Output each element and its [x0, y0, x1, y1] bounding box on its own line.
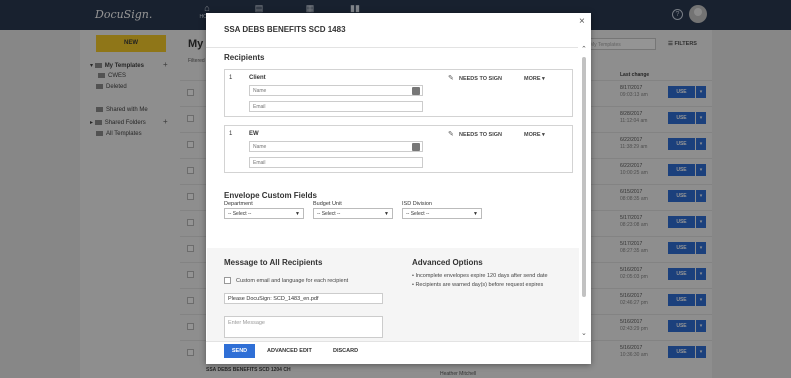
scroll-down-icon[interactable]: ⌄: [581, 329, 587, 337]
divider: [206, 341, 591, 342]
advanced-edit-button[interactable]: ADVANCED EDIT: [267, 348, 312, 354]
pen-icon: ✎: [448, 75, 454, 82]
recipient-email-field[interactable]: [249, 157, 423, 168]
routing-order[interactable]: 1: [229, 75, 232, 81]
discard-button[interactable]: DISCARD: [333, 348, 358, 354]
dialog-title: SSA DEBS BENEFITS SCD 1483: [224, 25, 346, 34]
email-message-field[interactable]: Enter Message: [224, 316, 383, 338]
caret-down-icon: ▼: [473, 211, 478, 217]
budget-unit-select[interactable]: -- Select -- ▼: [313, 208, 393, 219]
pen-icon: ✎: [448, 131, 454, 138]
department-value: -- Select --: [228, 211, 252, 217]
more-dropdown[interactable]: MORE ▾: [524, 132, 545, 138]
reminder-note: • Recipients are warned day(s) before re…: [412, 282, 544, 288]
custom-email-label: Custom email and language for each recip…: [236, 278, 349, 284]
department-select[interactable]: -- Select -- ▼: [224, 208, 304, 219]
department-label: Department: [224, 201, 253, 207]
budget-unit-label: Budget Unit: [313, 201, 342, 207]
message-heading: Message to All Recipients: [224, 258, 323, 267]
isd-division-label: ISD Division: [402, 201, 432, 207]
recipient-email-field[interactable]: [249, 101, 423, 112]
routing-order[interactable]: 1: [229, 131, 232, 137]
isd-division-select[interactable]: -- Select -- ▼: [402, 208, 482, 219]
send-button[interactable]: SEND: [224, 344, 255, 358]
action-dropdown[interactable]: NEEDS TO SIGN: [459, 132, 502, 138]
custom-fields-heading: Envelope Custom Fields: [224, 191, 317, 200]
recipient-role: Client: [249, 75, 266, 81]
recipient-card-ew: 1 EW ✎ NEEDS TO SIGN MORE ▾: [224, 125, 573, 173]
address-book-icon[interactable]: [412, 143, 420, 151]
isd-division-value: -- Select --: [406, 211, 430, 217]
expiration-note: • Incomplete envelopes expire 120 days a…: [412, 273, 548, 279]
recipient-card-client: 1 Client ✎ NEEDS TO SIGN MORE ▾: [224, 69, 573, 117]
budget-unit-value: -- Select --: [317, 211, 341, 217]
close-icon[interactable]: ×: [579, 16, 585, 27]
custom-email-checkbox[interactable]: [224, 277, 231, 284]
scrollbar-thumb[interactable]: [582, 57, 586, 297]
scroll-up-icon[interactable]: ⌃: [581, 45, 587, 53]
recipient-name-field[interactable]: [249, 141, 423, 152]
advanced-options-heading: Advanced Options: [412, 258, 483, 267]
recipients-heading: Recipients: [224, 53, 265, 62]
address-book-icon[interactable]: [412, 87, 420, 95]
divider: [206, 47, 578, 48]
caret-down-icon: ▼: [384, 211, 389, 217]
action-dropdown[interactable]: NEEDS TO SIGN: [459, 76, 502, 82]
email-subject-field[interactable]: Please DocuSign: SCD_1483_en.pdf: [224, 293, 383, 304]
recipient-role: EW: [249, 131, 259, 137]
send-template-dialog: SSA DEBS BENEFITS SCD 1483 × ⌃ ⌄ Recipie…: [206, 13, 591, 364]
more-dropdown[interactable]: MORE ▾: [524, 76, 545, 82]
recipient-name-field[interactable]: [249, 85, 423, 96]
caret-down-icon: ▼: [295, 211, 300, 217]
